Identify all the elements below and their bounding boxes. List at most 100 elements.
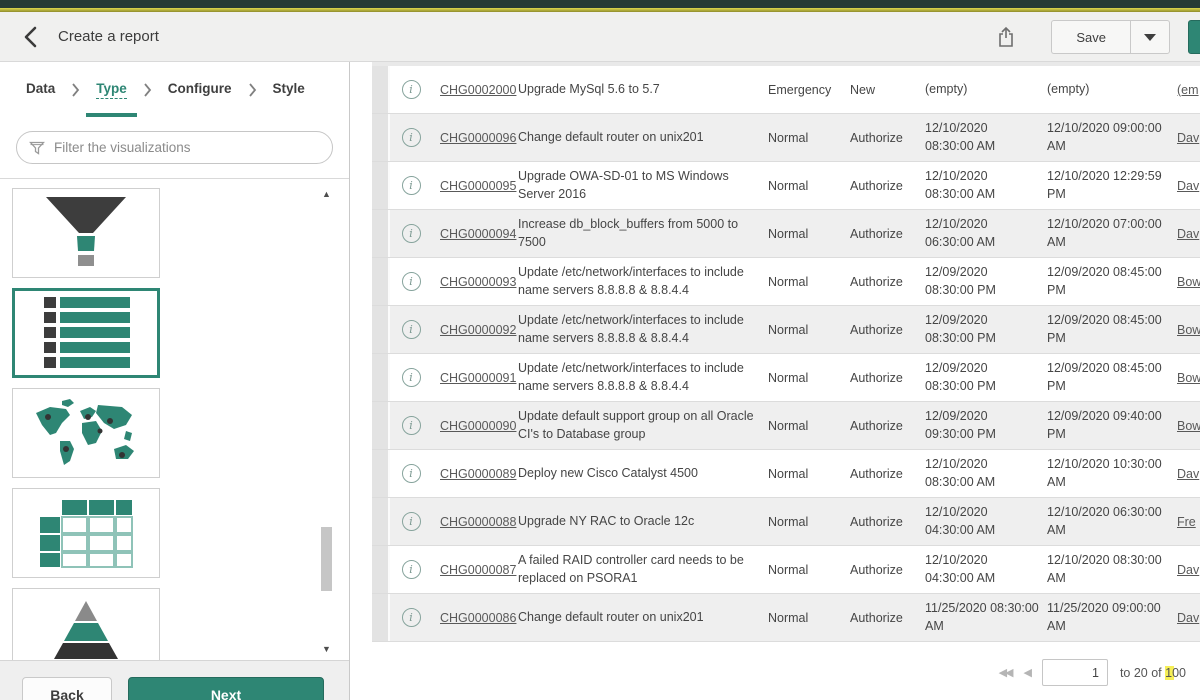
world-map-icon — [26, 397, 146, 469]
assigned-to-link[interactable]: Fre — [1177, 515, 1196, 529]
start-date-value: 12/10/2020 04:30:00 AM — [925, 504, 1047, 539]
change-number-link[interactable]: CHG0000095 — [440, 179, 516, 193]
change-number-link[interactable]: CHG0000092 — [440, 323, 516, 337]
page-number-input[interactable] — [1042, 659, 1108, 686]
row-gutter — [372, 210, 390, 257]
wizard-step-data[interactable]: Data — [26, 62, 55, 117]
filter-visualizations-input[interactable] — [54, 140, 320, 155]
info-circle-icon[interactable]: i — [402, 368, 421, 387]
triangle-down-icon[interactable]: ▼ — [319, 642, 334, 656]
assigned-to-link[interactable]: Bow — [1177, 371, 1200, 385]
table-row[interactable]: i CHG0000094 Increase db_block_buffers f… — [372, 210, 1200, 258]
viz-option-funnel[interactable] — [12, 188, 160, 278]
change-number-link[interactable]: CHG0000091 — [440, 371, 516, 385]
short-description: A failed RAID controller card needs to b… — [518, 552, 768, 587]
assigned-to-link[interactable]: Dav — [1177, 611, 1199, 625]
row-gutter — [372, 258, 390, 305]
pagination-range-text: to 20 of 100 — [1120, 666, 1186, 680]
chevron-right-icon — [71, 62, 80, 117]
assigned-to-link[interactable]: (em — [1177, 83, 1199, 97]
assigned-to-link[interactable]: Bow — [1177, 323, 1200, 337]
save-button[interactable]: Save — [1051, 20, 1130, 54]
viz-option-map[interactable] — [12, 388, 160, 478]
priority-value: Normal — [768, 323, 850, 337]
table-row[interactable]: i CHG0000089 Deploy new Cisco Catalyst 4… — [372, 450, 1200, 498]
chevron-left-page-icon[interactable]: ◀ — [1023, 666, 1029, 679]
assigned-to-link[interactable]: Dav — [1177, 467, 1199, 481]
back-arrow-button[interactable] — [10, 17, 50, 57]
table-row[interactable]: i CHG0000088 Upgrade NY RAC to Oracle 12… — [372, 498, 1200, 546]
state-value: Authorize — [850, 419, 925, 433]
table-row[interactable]: i CHG0000091 Update /etc/network/interfa… — [372, 354, 1200, 402]
viz-option-table[interactable] — [12, 488, 160, 578]
visualization-list: ▲ ▼ — [0, 178, 349, 660]
viz-option-list[interactable] — [12, 288, 160, 378]
change-number-link[interactable]: CHG0000096 — [440, 131, 516, 145]
assigned-to-link[interactable]: Dav — [1177, 179, 1199, 193]
row-gutter — [372, 114, 390, 161]
info-circle-icon[interactable]: i — [402, 416, 421, 435]
info-circle-icon[interactable]: i — [402, 512, 421, 531]
table-row[interactable]: i CHG0000092 Update /etc/network/interfa… — [372, 306, 1200, 354]
state-value: Authorize — [850, 179, 925, 193]
range-label: to 20 of — [1120, 666, 1162, 680]
info-circle-icon[interactable]: i — [402, 320, 421, 339]
double-chevron-left-icon[interactable]: ◀◀ — [999, 666, 1012, 679]
wizard-step-configure[interactable]: Configure — [168, 62, 232, 117]
priority-value: Normal — [768, 467, 850, 481]
start-date-value: 12/09/2020 08:30:00 PM — [925, 264, 1047, 299]
change-number-link[interactable]: CHG0000087 — [440, 563, 516, 577]
start-date-value: 12/09/2020 08:30:00 PM — [925, 360, 1047, 395]
table-row[interactable]: i CHG0000093 Update /etc/network/interfa… — [372, 258, 1200, 306]
range-total: 100 — [1165, 666, 1186, 680]
viz-scrollbar[interactable]: ▲ ▼ — [319, 187, 334, 656]
change-number-link[interactable]: CHG0002000 — [440, 83, 516, 97]
wizard-step-type[interactable]: Type — [96, 62, 127, 117]
assigned-to-link[interactable]: Bow — [1177, 419, 1200, 433]
scrollbar-thumb[interactable] — [321, 527, 332, 591]
change-number-link[interactable]: CHG0000089 — [440, 467, 516, 481]
start-date-value: (empty) — [925, 81, 1047, 99]
table-row[interactable]: i CHG0000086 Change default router on un… — [372, 594, 1200, 642]
assigned-to-link[interactable]: Bow — [1177, 275, 1200, 289]
triangle-up-icon[interactable]: ▲ — [319, 187, 334, 201]
change-number-link[interactable]: CHG0000093 — [440, 275, 516, 289]
filter-section — [0, 117, 349, 176]
info-circle-icon[interactable]: i — [402, 80, 421, 99]
info-circle-icon[interactable]: i — [402, 128, 421, 147]
info-circle-icon[interactable]: i — [402, 464, 421, 483]
start-date-value: 12/09/2020 09:30:00 PM — [925, 408, 1047, 443]
short-description: Change default router on unix201 — [518, 609, 768, 627]
end-date-value: (empty) — [1047, 81, 1177, 99]
table-row[interactable]: i CHG0002000 Upgrade MySql 5.6 to 5.7 Em… — [372, 66, 1200, 114]
assigned-to-link[interactable]: Dav — [1177, 227, 1199, 241]
save-dropdown-button[interactable] — [1130, 20, 1170, 54]
assigned-to-link[interactable]: Dav — [1177, 131, 1199, 145]
info-circle-icon[interactable]: i — [402, 608, 421, 627]
end-date-value: 12/10/2020 08:30:00 AM — [1047, 552, 1177, 587]
info-circle-icon[interactable]: i — [402, 272, 421, 291]
wizard-step-style[interactable]: Style — [273, 62, 305, 117]
row-gutter — [372, 450, 390, 497]
change-number-link[interactable]: CHG0000086 — [440, 611, 516, 625]
info-circle-icon[interactable]: i — [402, 560, 421, 579]
back-button[interactable]: Back — [22, 677, 112, 700]
end-date-value: 12/10/2020 10:30:00 AM — [1047, 456, 1177, 491]
change-number-link[interactable]: CHG0000088 — [440, 515, 516, 529]
table-row[interactable]: i CHG0000087 A failed RAID controller ca… — [372, 546, 1200, 594]
save-split-button: Save — [1051, 20, 1170, 54]
viz-option-pyramid[interactable] — [12, 588, 160, 660]
table-row[interactable]: i CHG0000090 Update default support grou… — [372, 402, 1200, 450]
start-date-value: 12/10/2020 08:30:00 AM — [925, 456, 1047, 491]
info-circle-icon[interactable]: i — [402, 176, 421, 195]
next-button[interactable]: Next — [128, 677, 324, 700]
change-number-link[interactable]: CHG0000094 — [440, 227, 516, 241]
share-export-button[interactable] — [989, 20, 1023, 54]
primary-action-button-cutoff[interactable] — [1188, 20, 1200, 54]
change-number-link[interactable]: CHG0000090 — [440, 419, 516, 433]
priority-value: Normal — [768, 611, 850, 625]
table-row[interactable]: i CHG0000096 Change default router on un… — [372, 114, 1200, 162]
table-row[interactable]: i CHG0000095 Upgrade OWA-SD-01 to MS Win… — [372, 162, 1200, 210]
info-circle-icon[interactable]: i — [402, 224, 421, 243]
assigned-to-link[interactable]: Dav — [1177, 563, 1199, 577]
